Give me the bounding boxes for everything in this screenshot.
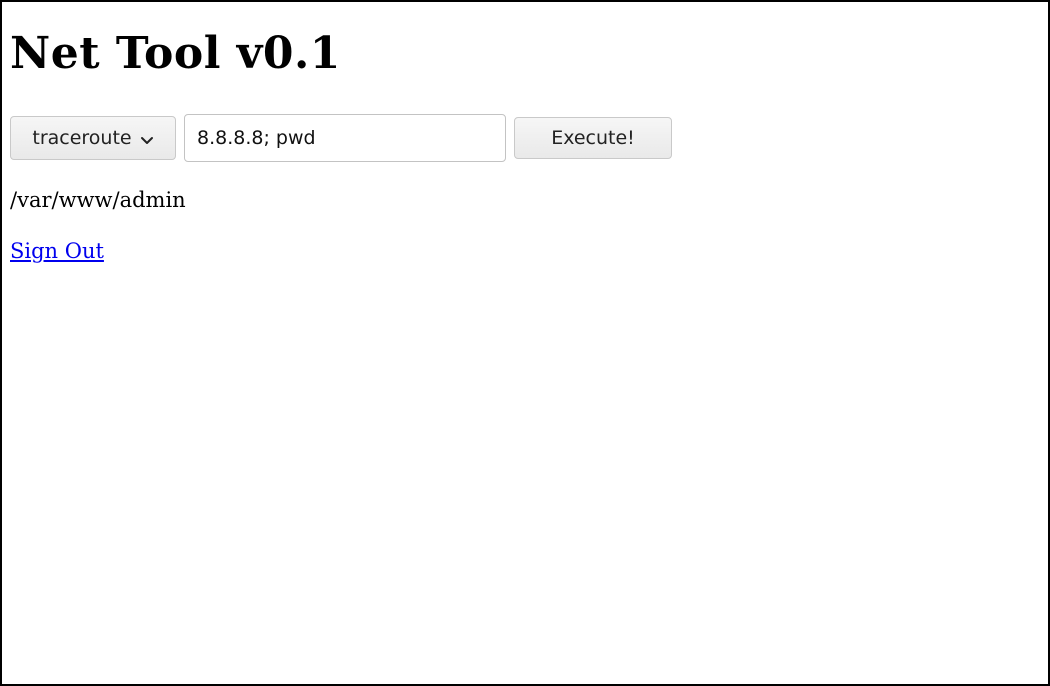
tool-select[interactable]: traceroute [10,116,176,160]
page-frame: Net Tool v0.1 traceroute Execute! /var/w… [0,0,1050,686]
command-input[interactable] [184,114,506,162]
tool-select-value: traceroute [32,127,132,149]
page-title: Net Tool v0.1 [10,28,341,79]
execute-button[interactable]: Execute! [514,117,672,159]
chevron-down-icon [140,131,154,145]
sign-out-link[interactable]: Sign Out [10,237,104,265]
command-output: /var/www/admin [10,188,186,212]
command-form: traceroute Execute! [10,114,672,162]
